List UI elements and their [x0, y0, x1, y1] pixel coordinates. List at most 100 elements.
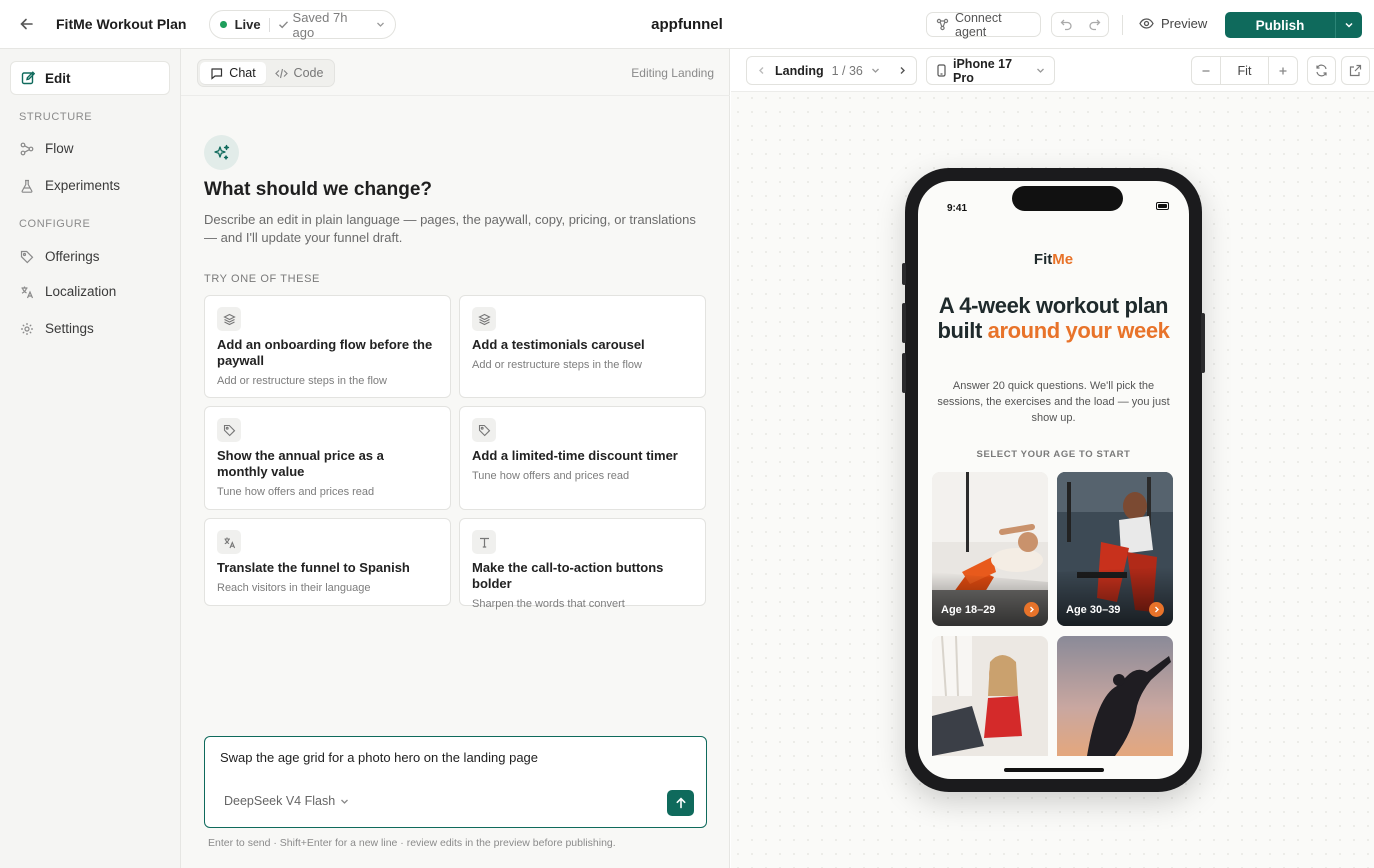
device-selector[interactable]: iPhone 17 Pro	[926, 56, 1055, 85]
back-arrow-icon[interactable]	[18, 15, 36, 33]
sidebar-item-flow[interactable]: Flow	[20, 141, 74, 156]
age-tile[interactable]: Age 18–29	[932, 472, 1048, 626]
device-name: iPhone 17 Pro	[953, 56, 1013, 85]
publish-button[interactable]: Publish	[1225, 12, 1336, 38]
sidebar-item-label: Offerings	[45, 249, 100, 264]
age-tile[interactable]: Age 30–39	[1057, 472, 1173, 626]
dynamic-island	[1012, 186, 1123, 211]
tag-icon	[217, 418, 241, 442]
suggestion-card[interactable]: Make the call-to-action buttons bolder S…	[459, 518, 706, 610]
logo-part: Fit	[1033, 251, 1053, 268]
chevron-right-icon[interactable]	[888, 66, 916, 75]
tab-code[interactable]: Code	[266, 62, 332, 84]
age-tile[interactable]	[932, 636, 1048, 756]
model-selector[interactable]: DeepSeek V4 Flash	[224, 794, 349, 808]
sidebar-item-localization[interactable]: Localization	[20, 284, 116, 299]
suggestion-title: Add a testimonials carousel	[472, 337, 645, 352]
phone-volume-up	[902, 303, 906, 343]
sidebar-item-label: Settings	[45, 321, 94, 336]
publish-options-chevron-icon[interactable]	[1336, 12, 1362, 38]
project-title: FitMe Workout Plan	[56, 16, 187, 32]
sidebar-item-experiments[interactable]: Experiments	[20, 178, 120, 193]
chat-composer[interactable]: Swap the age grid for a photo hero on th…	[204, 736, 707, 828]
tab-chat[interactable]: Chat	[200, 62, 266, 84]
suggestion-title: Add an onboarding flow before the paywal…	[217, 337, 433, 368]
preview-label: Preview	[1161, 16, 1208, 31]
publish-button-group: Publish	[1225, 12, 1362, 38]
refresh-icon[interactable]	[1307, 56, 1336, 85]
suggestion-subtitle: Sharpen the words that convert	[472, 598, 625, 610]
editing-indicator: Editing Landing	[631, 66, 714, 80]
connect-agent-button[interactable]: Connect agent	[926, 10, 1041, 39]
sidebar-item-label: Experiments	[45, 178, 121, 193]
suggestion-subtitle: Tune how offers and prices read	[472, 470, 630, 482]
chevron-right-icon	[1024, 602, 1039, 617]
external-link-icon[interactable]	[1341, 56, 1370, 85]
preview-button[interactable]: Preview	[1139, 16, 1207, 31]
undo-icon[interactable]	[1052, 18, 1080, 31]
status-pill[interactable]: Live Saved 7h ago	[209, 9, 396, 40]
chevron-left-icon[interactable]	[747, 66, 775, 75]
suggestion-subtitle: Add or restructure steps in the flow	[217, 375, 387, 387]
chat-panel: Chat Code Editing Landing What should we…	[181, 49, 730, 868]
suggestion-card[interactable]: Translate the funnel to Spanish Reach vi…	[204, 518, 451, 606]
edit-icon	[21, 71, 35, 85]
age-tile[interactable]	[1057, 636, 1173, 756]
sidebar: Edit STRUCTURE Flow Experiments CONFIGUR…	[0, 49, 181, 868]
sparkle-icon	[204, 135, 239, 170]
sidebar-item-label: Edit	[45, 70, 71, 86]
send-button[interactable]	[667, 790, 694, 816]
battery-icon	[1156, 202, 1169, 210]
suggestion-card[interactable]: Add a limited-time discount timer Tune h…	[459, 406, 706, 510]
page-selector[interactable]: Landing 1 / 36	[746, 56, 917, 85]
zoom-in-icon[interactable]	[1269, 57, 1297, 84]
age-tile-label: Age 18–29	[941, 604, 996, 616]
phone-action-button	[902, 263, 906, 285]
page-name: Landing	[775, 63, 824, 78]
age-select-label: SELECT YOUR AGE TO START	[976, 449, 1131, 460]
hero-highlight: around your week	[987, 318, 1170, 343]
tab-label: Chat	[229, 66, 256, 80]
pill-divider	[268, 17, 270, 32]
phone-side-button	[1201, 313, 1205, 373]
workout-photo-40-49	[932, 636, 1048, 756]
suggestion-title: Show the annual price as a monthly value	[217, 448, 384, 479]
chevron-down-icon	[871, 66, 880, 75]
hero-subtitle: Answer 20 quick questions. We'll pick th…	[937, 380, 1170, 424]
layers-icon	[472, 307, 496, 331]
sidebar-item-label: Flow	[45, 141, 74, 156]
preview-canvas: Landing 1 / 36 iPhone 17 Pro Fit 9:41 Fi…	[731, 49, 1374, 868]
chevron-down-icon	[340, 797, 349, 806]
chevron-down-icon	[376, 20, 385, 29]
tag-icon	[20, 250, 34, 264]
flask-icon	[20, 179, 34, 193]
suggestion-subtitle: Tune how offers and prices read	[217, 486, 375, 498]
tab-label: Code	[293, 66, 324, 80]
suggestion-card[interactable]: Add a testimonials carousel Add or restr…	[459, 295, 706, 398]
zoom-out-icon[interactable]	[1192, 57, 1220, 84]
workout-photo-50-plus	[1057, 636, 1173, 756]
tag-icon	[472, 418, 496, 442]
connect-agent-label: Connect agent	[955, 10, 1002, 39]
redo-icon[interactable]	[1080, 18, 1108, 31]
phone-screen: 9:41 FitMe A 4-week workout plan built a…	[918, 181, 1189, 779]
section-heading-structure: STRUCTURE	[19, 111, 93, 123]
phone-volume-down	[902, 353, 906, 393]
composer-input[interactable]: Swap the age grid for a photo hero on th…	[220, 750, 538, 765]
zoom-control: Fit	[1191, 56, 1298, 85]
sidebar-item-edit[interactable]: Edit	[10, 61, 170, 95]
chat-header: Chat Code Editing Landing	[181, 49, 730, 96]
zoom-fit-button[interactable]: Fit	[1220, 57, 1269, 84]
suggestion-title: Add a limited-time discount timer	[472, 448, 678, 463]
suggestion-card[interactable]: Show the annual price as a monthly value…	[204, 406, 451, 510]
sidebar-item-offerings[interactable]: Offerings	[20, 249, 100, 264]
home-indicator	[1004, 768, 1104, 772]
chevron-right-icon	[1149, 602, 1164, 617]
saved-status: Saved 7h ago	[292, 9, 348, 40]
suggestion-card[interactable]: Add an onboarding flow before the paywal…	[204, 295, 451, 398]
canvas-toolbar: Landing 1 / 36 iPhone 17 Pro Fit	[731, 49, 1374, 92]
sidebar-item-settings[interactable]: Settings	[20, 321, 94, 336]
section-heading-configure: CONFIGURE	[19, 218, 91, 230]
composer-hint: Enter to send · Shift+Enter for a new li…	[208, 837, 616, 849]
toolbar-separator	[1122, 15, 1123, 35]
